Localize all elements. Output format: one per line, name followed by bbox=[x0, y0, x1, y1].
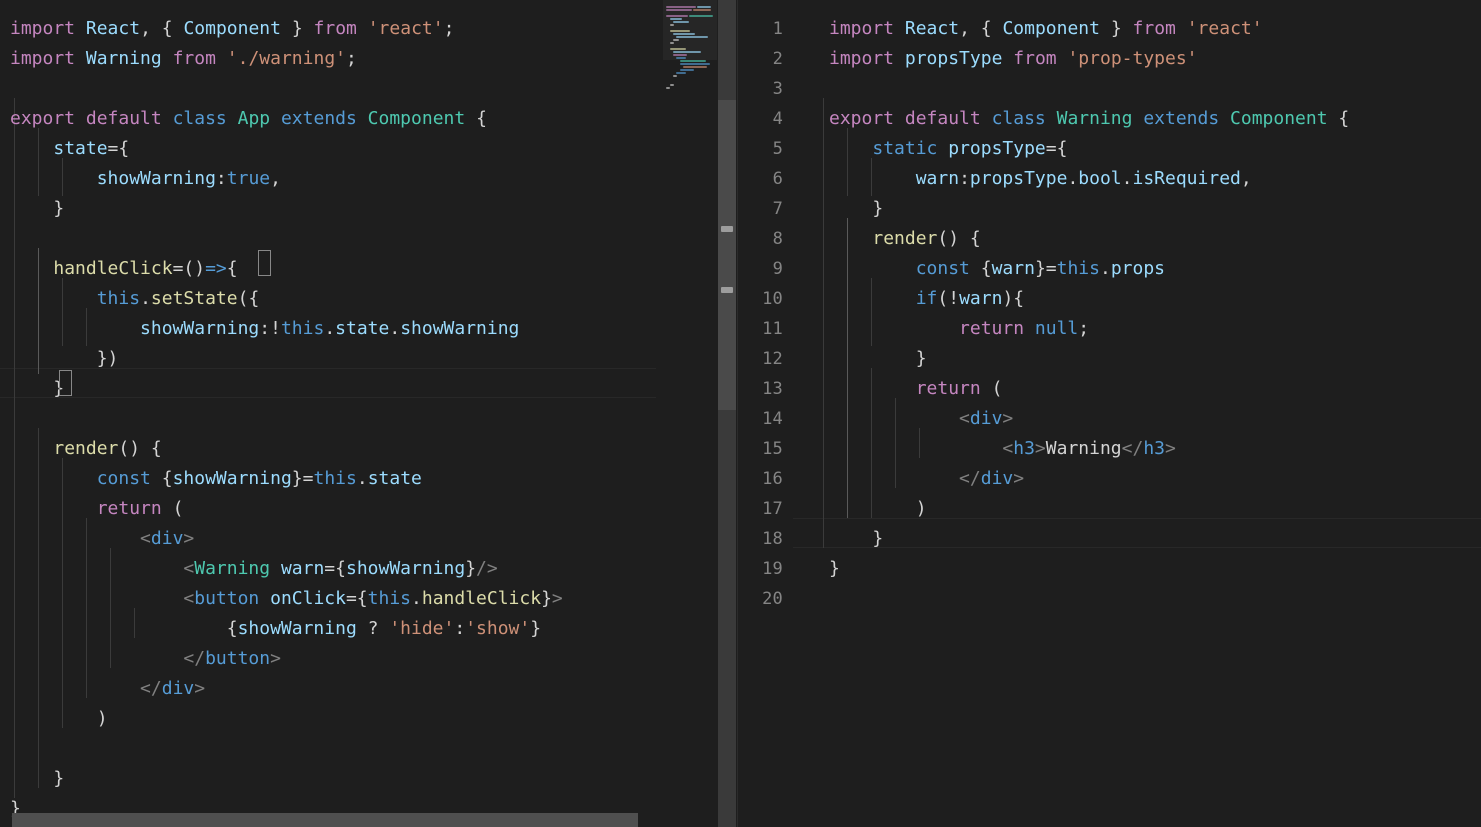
code-line: <div> bbox=[140, 528, 195, 549]
vertical-scrollbar-left[interactable] bbox=[718, 0, 736, 827]
code-line: <h3>Warning</h3> bbox=[1002, 438, 1176, 459]
line-number: 20 bbox=[762, 589, 783, 609]
line-number: 16 bbox=[762, 469, 783, 489]
code-line: static propsType={ bbox=[872, 138, 1068, 159]
code-line: const {warn}=this.props bbox=[915, 258, 1166, 279]
code-line: export default class App extends Compone… bbox=[10, 108, 487, 129]
editor-pane-warning[interactable]: 1 2 3 4 5 6 7 8 9 10 11 12 13 14 15 16 1… bbox=[737, 0, 1481, 827]
code-line: }) bbox=[10, 348, 119, 369]
vertical-scrollbar-thumb[interactable] bbox=[718, 100, 736, 410]
code-line: warn:propsType.bool.isRequired, bbox=[915, 168, 1252, 189]
code-line: const {showWarning}=this.state bbox=[96, 468, 422, 489]
line-number: 4 bbox=[772, 109, 783, 129]
line-number: 17 bbox=[762, 499, 783, 519]
code-line: import propsType from 'prop-types' bbox=[829, 48, 1198, 69]
code-line: } bbox=[829, 348, 927, 369]
code-line: handleClick=()=>{ bbox=[53, 258, 238, 279]
code-line: {showWarning ? 'hide':'show'} bbox=[10, 618, 542, 639]
line-number: 14 bbox=[762, 409, 783, 429]
editor-pane-app[interactable]: import React, { Component } from 'react'… bbox=[0, 0, 737, 827]
line-number: 12 bbox=[762, 349, 783, 369]
line-number: 3 bbox=[772, 79, 783, 99]
line-number-gutter-right: 1 2 3 4 5 6 7 8 9 10 11 12 13 14 15 16 1… bbox=[737, 0, 793, 827]
code-line: showWarning:true, bbox=[96, 168, 281, 189]
code-line: } bbox=[829, 198, 884, 219]
code-line: import React, { Component } from 'react' bbox=[829, 18, 1263, 39]
code-line: } bbox=[10, 198, 65, 219]
code-line: </div> bbox=[140, 678, 206, 699]
line-number: 15 bbox=[762, 439, 783, 459]
scrollbar-decoration bbox=[721, 287, 733, 293]
code-surface-left[interactable]: import React, { Component } from 'react'… bbox=[10, 0, 563, 827]
code-line: ) bbox=[829, 498, 927, 519]
minimap-left[interactable] bbox=[663, 0, 717, 827]
line-number: 6 bbox=[772, 169, 783, 189]
code-line: } bbox=[10, 378, 65, 399]
code-line: export default class Warning extends Com… bbox=[829, 108, 1350, 129]
clipped-line-top-left: import React, { Component } from 'react'… bbox=[0, 0, 737, 10]
code-line: import Warning from './warning'; bbox=[10, 48, 357, 69]
code-line: if(!warn){ bbox=[915, 288, 1025, 309]
line-number: 19 bbox=[762, 559, 783, 579]
line-number: 10 bbox=[762, 289, 783, 309]
line-number: 13 bbox=[762, 379, 783, 399]
editor-split-sash[interactable] bbox=[737, 0, 738, 827]
line-number: 2 bbox=[772, 49, 783, 69]
code-line: showWarning:!this.state.showWarning bbox=[140, 318, 520, 339]
code-line: } bbox=[10, 768, 65, 789]
code-line: import React, { Component } from 'react'… bbox=[10, 18, 455, 39]
code-line: render() { bbox=[872, 228, 981, 249]
code-line: return ( bbox=[915, 378, 1003, 399]
horizontal-scrollbar-thumb[interactable] bbox=[12, 813, 638, 827]
code-line: <div> bbox=[959, 408, 1014, 429]
code-surface-right[interactable]: import React, { Component } from 'react'… bbox=[829, 0, 1349, 827]
indent-guide bbox=[823, 98, 824, 548]
code-line: <Warning warn={showWarning}/> bbox=[183, 558, 498, 579]
code-line: </div> bbox=[959, 468, 1025, 489]
code-line: return ( bbox=[96, 498, 184, 519]
line-number: 5 bbox=[772, 139, 783, 159]
code-line: render() { bbox=[53, 438, 162, 459]
horizontal-scrollbar-left[interactable] bbox=[0, 813, 656, 827]
code-line: state={ bbox=[53, 138, 130, 159]
code-line: <button onClick={this.handleClick}> bbox=[183, 588, 563, 609]
code-line: } bbox=[829, 528, 884, 549]
line-number: 9 bbox=[772, 259, 783, 279]
code-line: this.setState({ bbox=[96, 288, 260, 309]
code-line: ) bbox=[10, 708, 108, 729]
scrollbar-decoration bbox=[721, 226, 733, 232]
code-line: </button> bbox=[183, 648, 281, 669]
code-line: } bbox=[829, 558, 840, 579]
line-number: 18 bbox=[762, 529, 783, 549]
line-number: 7 bbox=[772, 199, 783, 219]
code-line: return null; bbox=[959, 318, 1090, 339]
line-number: 8 bbox=[772, 229, 783, 249]
line-number: 11 bbox=[762, 319, 783, 339]
editor-workbench: import React, { Component } from 'react'… bbox=[0, 0, 1481, 827]
line-number: 1 bbox=[772, 19, 783, 39]
bracket-match-indicator bbox=[258, 250, 271, 276]
